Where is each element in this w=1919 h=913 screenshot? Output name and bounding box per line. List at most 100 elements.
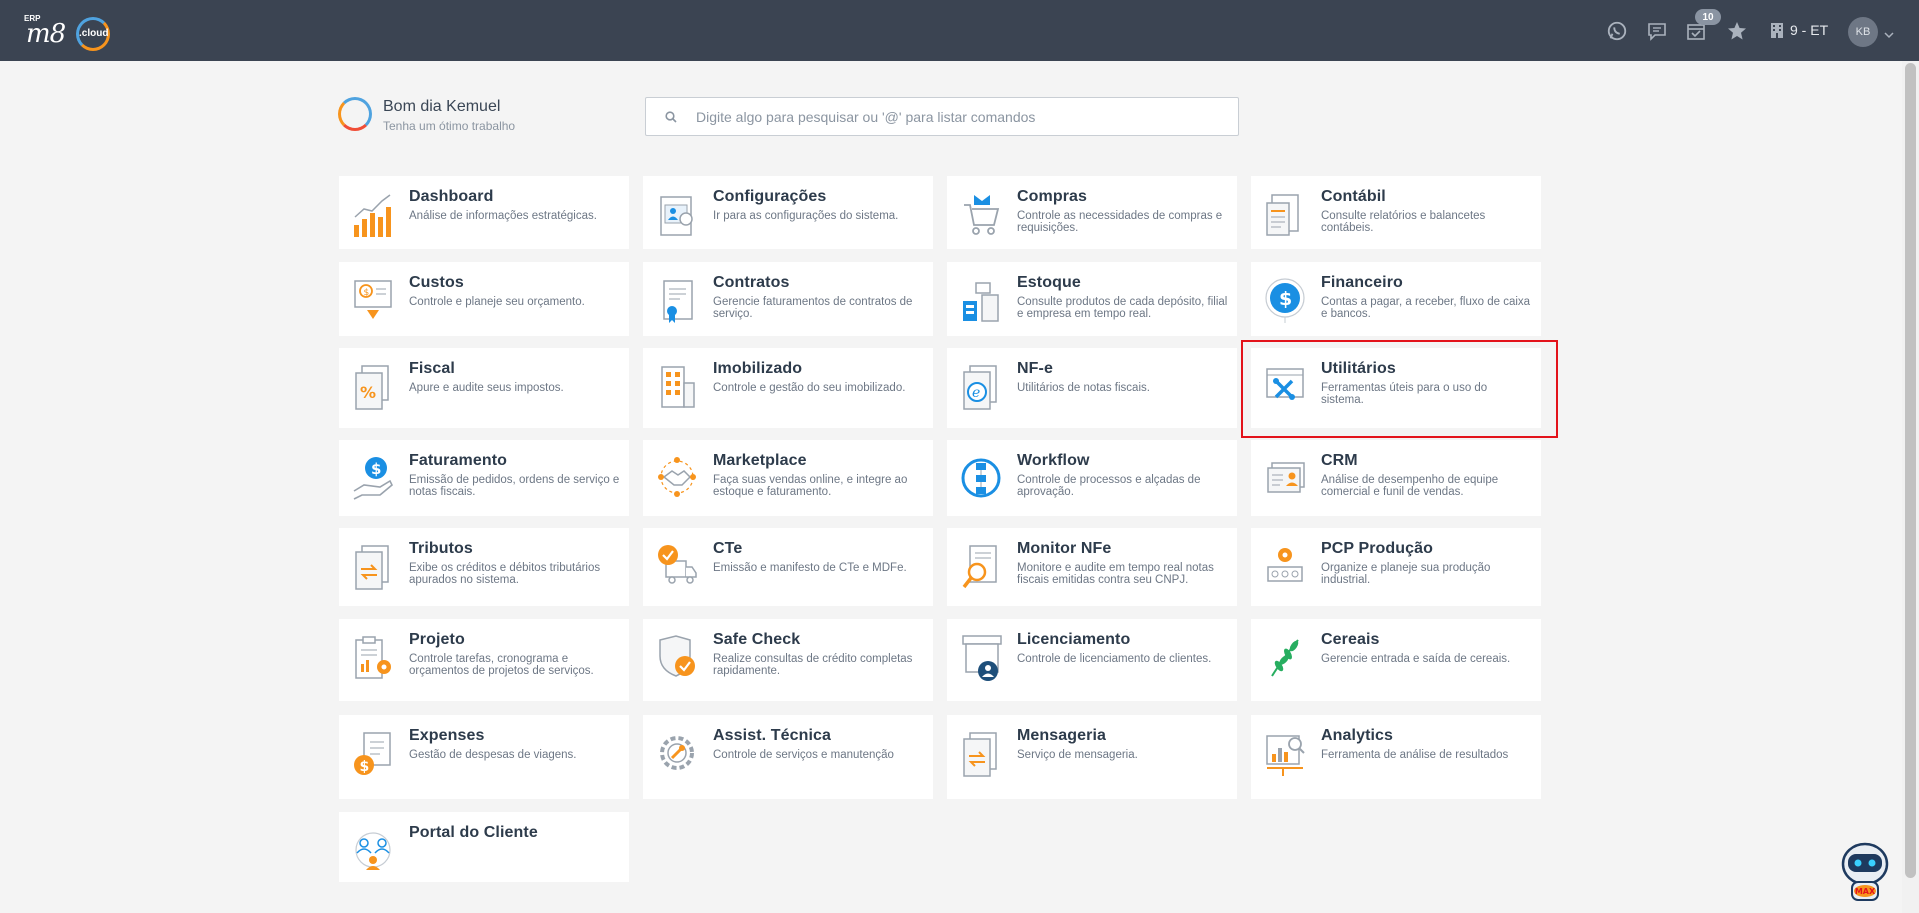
module-card-cereais[interactable]: Cereais Gerencie entrada e saída de cere… — [1251, 619, 1541, 701]
module-card-cte[interactable]: CTe Emissão e manifesto de CTe e MDFe. — [643, 528, 933, 606]
electronic-invoice-icon: e — [963, 365, 997, 410]
module-title: Projeto — [409, 631, 465, 648]
module-description: Emissão e manifesto de CTe e MDFe. — [713, 562, 907, 574]
module-card-custos[interactable]: $ Custos Controle e planeje seu orçament… — [339, 262, 629, 336]
module-card-tributos[interactable]: Tributos Exibe os créditos e débitos tri… — [339, 528, 629, 606]
module-title: PCP Produção — [1321, 540, 1434, 557]
module-card-assist-tecnica[interactable]: Assist. Técnica Controle de serviços e m… — [643, 715, 933, 799]
module-description: Controle de processos e alçadas de aprov… — [1017, 474, 1201, 498]
module-card-expenses[interactable]: $ Expenses Gestão de despesas de viagens… — [339, 715, 629, 799]
module-card-nfe[interactable]: e NF-e Utilitários de notas fiscais. — [947, 348, 1237, 428]
building-assets-icon — [661, 366, 695, 408]
module-card-compras[interactable]: Compras Controle as necessidades de comp… — [947, 176, 1237, 249]
assistant-robot-icon[interactable]: MAX — [1838, 840, 1892, 904]
building-icon — [1771, 23, 1783, 38]
logo-cloud-text: .cloud — [79, 28, 109, 39]
company-name: 9 - ET — [1790, 22, 1829, 38]
expenses-receipt-icon: $ — [354, 732, 391, 775]
module-title: Estoque — [1017, 274, 1081, 291]
module-title: Configurações — [713, 188, 827, 205]
module-description: Consulte relatórios e balancetes contábe… — [1321, 210, 1486, 234]
module-title: Faturamento — [409, 452, 507, 469]
search-input[interactable] — [696, 108, 1238, 125]
module-card-safe-check[interactable]: Safe Check Realize consultas de crédito … — [643, 619, 933, 701]
module-card-pcp-producao[interactable]: PCP Produção Organize e planeje sua prod… — [1251, 528, 1541, 606]
module-card-contabil[interactable]: Contábil Consulte relatórios e balancete… — [1251, 176, 1541, 249]
module-card-monitor-nfe[interactable]: Monitor NFe Monitore e audite em tempo r… — [947, 528, 1237, 606]
chevron-down-icon[interactable] — [1884, 26, 1894, 44]
module-description: Consulte produtos de cada depósito, fili… — [1017, 296, 1228, 320]
workflow-icon — [961, 458, 1001, 498]
module-title: CRM — [1321, 452, 1358, 469]
greeting-logo-icon — [338, 97, 372, 131]
module-title: Analytics — [1321, 727, 1394, 744]
module-card-portal-do-cliente[interactable]: Portal do Cliente — [339, 812, 629, 882]
module-card-crm[interactable]: CRM Análise de desempenho de equipe come… — [1251, 440, 1541, 516]
module-description: Controle e gestão do seu imobilizado. — [713, 382, 906, 394]
svg-text:$: $ — [364, 288, 370, 298]
monitor-magnifier-icon — [962, 545, 997, 589]
svg-text:$: $ — [1279, 288, 1292, 310]
module-card-analytics[interactable]: Analytics Ferramenta de análise de resul… — [1251, 715, 1541, 799]
settings-profile-icon — [660, 196, 693, 236]
greeting-title: Bom dia Kemuel — [383, 98, 501, 115]
notification-badge[interactable]: 10 — [1695, 9, 1721, 25]
company-selector[interactable]: 9 - ET — [1770, 22, 1828, 38]
messaging-transfer-icon — [963, 732, 997, 777]
module-title: Marketplace — [713, 452, 807, 469]
star-icon[interactable] — [1726, 20, 1748, 42]
svg-text:$: $ — [360, 759, 370, 775]
scrollbar-thumb[interactable] — [1905, 63, 1916, 878]
module-title: Dashboard — [409, 188, 494, 205]
module-card-contratos[interactable]: Contratos Gerencie faturamentos de contr… — [643, 262, 933, 336]
module-card-faturamento[interactable]: $ Faturamento Emissão de pedidos, ordens… — [339, 440, 629, 516]
module-description: Ir para as configurações do sistema. — [713, 210, 899, 222]
taxes-transfer-icon — [355, 545, 389, 590]
module-title: Imobilizado — [713, 360, 803, 377]
module-title: Monitor NFe — [1017, 540, 1112, 557]
top-bar: ERP m8 .cloud 10 9 - ET KB — [0, 0, 1919, 61]
module-card-configuracoes[interactable]: Configurações Ir para as configurações d… — [643, 176, 933, 249]
greeting-subtitle: Tenha um ótimo trabalho — [383, 119, 516, 133]
module-card-projeto[interactable]: Projeto Controle tarefas, cronograma e o… — [339, 619, 629, 701]
module-title: Workflow — [1017, 452, 1090, 469]
svg-text:%: % — [360, 383, 376, 402]
module-card-dashboard[interactable]: Dashboard Análise de informações estraté… — [339, 176, 629, 249]
selection-highlight — [1241, 340, 1558, 438]
module-description: Controle de serviços e manutenção — [713, 749, 894, 761]
project-clipboard-gear-icon — [355, 636, 391, 679]
grain-plant-icon — [1271, 639, 1299, 677]
m8-cloud-logo[interactable]: ERP m8 .cloud — [24, 14, 116, 52]
whatsapp-icon[interactable] — [1606, 20, 1628, 42]
logo-m8-text: m8 — [26, 19, 66, 49]
search-box[interactable] — [645, 97, 1239, 136]
dashboard-icon — [354, 194, 391, 237]
module-title: Tributos — [409, 540, 473, 557]
module-card-imobilizado[interactable]: Imobilizado Controle e gestão do seu imo… — [643, 348, 933, 428]
module-title: Mensageria — [1017, 727, 1107, 744]
module-description: Utilitários de notas fiscais. — [1017, 382, 1150, 394]
module-card-estoque[interactable]: Estoque Consulte produtos de cada depósi… — [947, 262, 1237, 336]
page-scrollbar[interactable] — [1902, 61, 1919, 913]
module-title: Cereais — [1321, 631, 1380, 648]
module-card-licenciamento[interactable]: Licenciamento Controle de licenciamento … — [947, 619, 1237, 701]
user-avatar[interactable]: KB — [1848, 17, 1878, 47]
assistant-label: MAX — [1855, 887, 1876, 896]
module-title: Portal do Cliente — [409, 824, 538, 841]
analytics-chart-icon — [1266, 735, 1305, 776]
svg-text:$: $ — [371, 460, 381, 478]
truck-check-icon — [658, 545, 697, 584]
shopping-cart-icon — [964, 195, 1000, 235]
module-description: Gerencie entrada e saída de cereais. — [1321, 653, 1511, 665]
module-card-workflow[interactable]: Workflow Controle de processos e alçadas… — [947, 440, 1237, 516]
handshake-icon — [658, 457, 696, 497]
module-card-fiscal[interactable]: % Fiscal Apure e audite seus impostos. — [339, 348, 629, 428]
module-card-mensageria[interactable]: Mensageria Serviço de mensageria. — [947, 715, 1237, 799]
chat-icon[interactable] — [1646, 20, 1668, 42]
module-card-financeiro[interactable]: $ Financeiro Contas a pagar, a receber, … — [1251, 262, 1541, 336]
module-title: Contratos — [713, 274, 790, 291]
module-card-marketplace[interactable]: Marketplace Faça suas vendas online, e i… — [643, 440, 933, 516]
module-description: Gestão de despesas de viagens. — [409, 749, 577, 761]
contract-icon — [663, 280, 693, 323]
module-title: Financeiro — [1321, 274, 1403, 291]
